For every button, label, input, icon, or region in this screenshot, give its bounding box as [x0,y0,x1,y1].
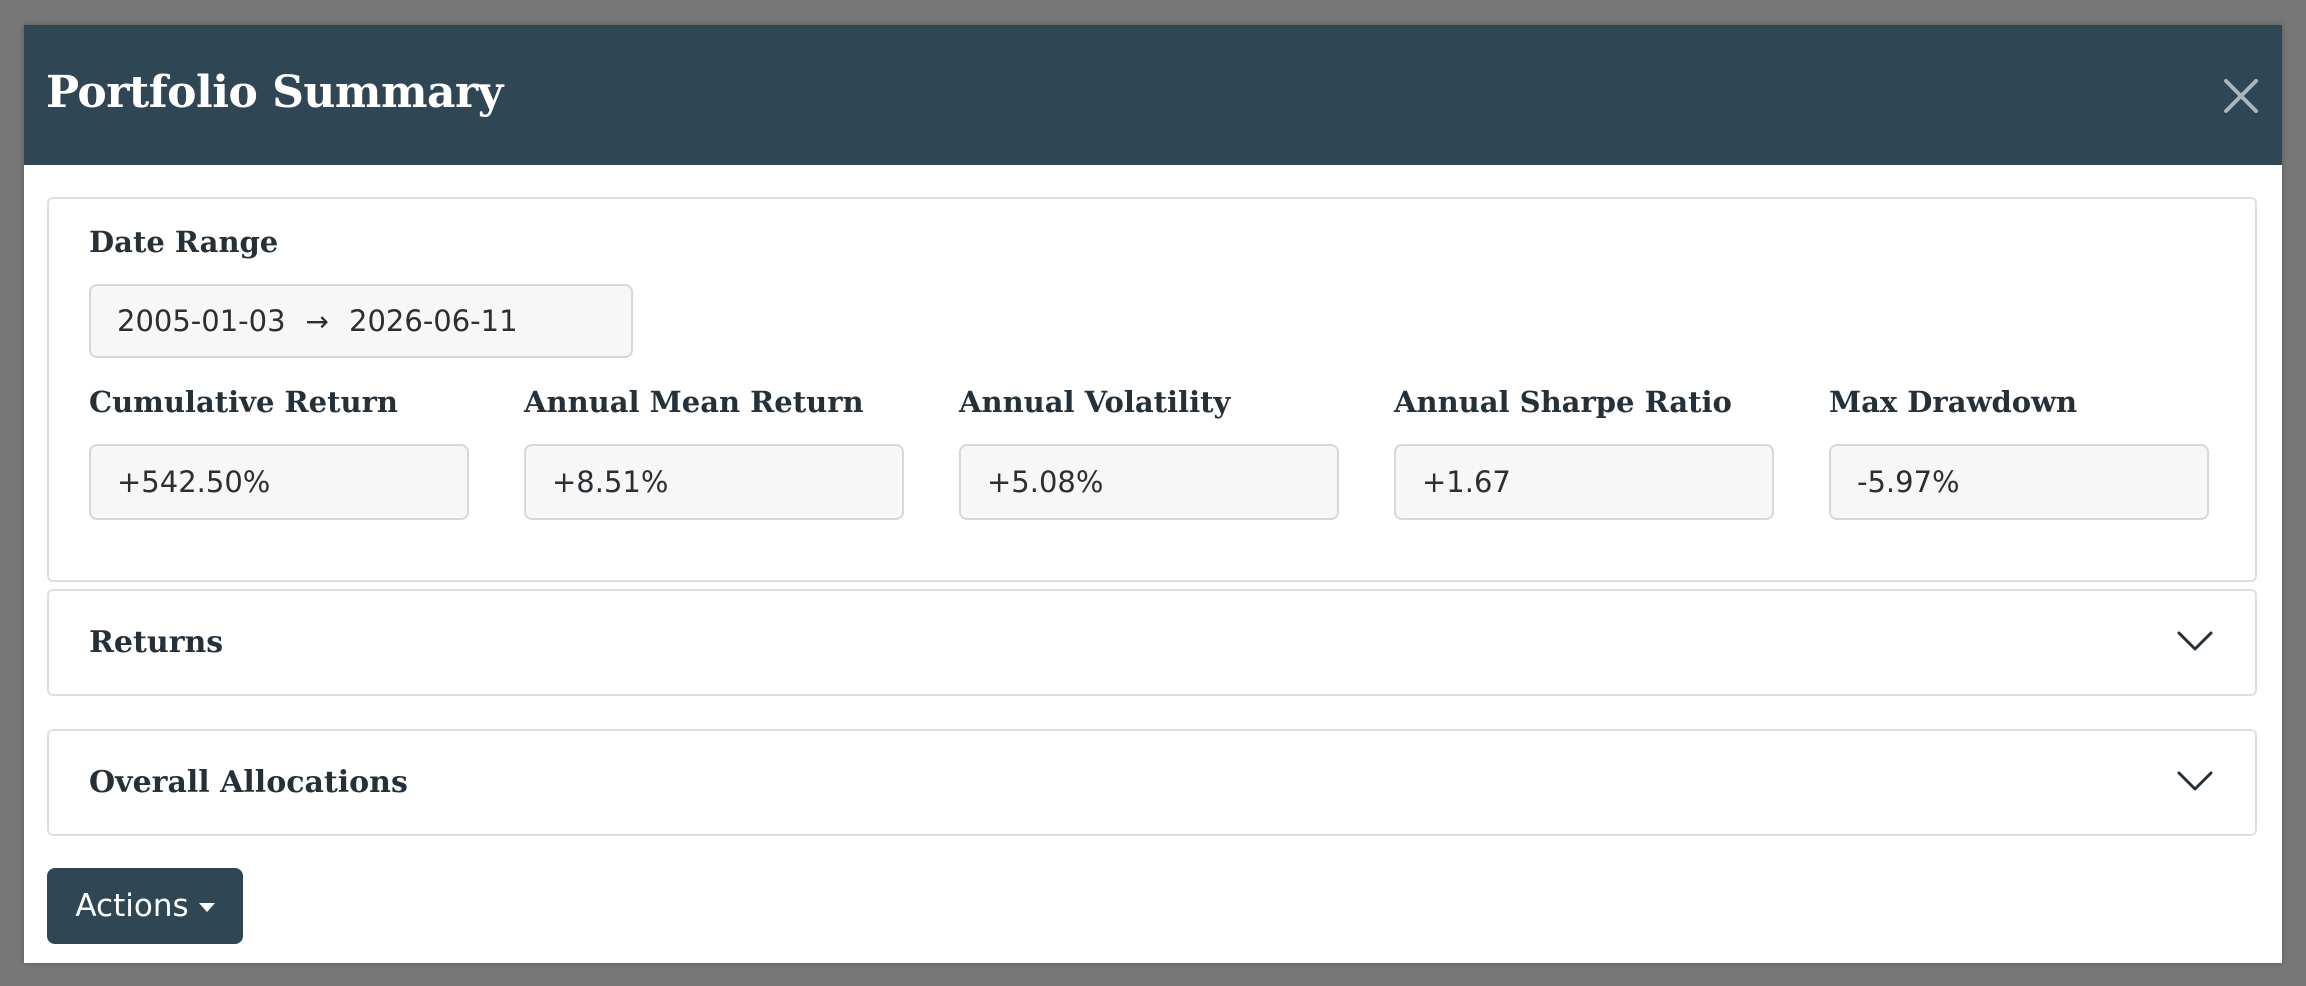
returns-title: Returns [89,625,224,660]
metric-value-field: +5.08% [959,444,1339,520]
date-range-end: 2026-06-11 [349,304,518,338]
date-range-label: Date Range [89,225,279,259]
date-range-arrow: → [305,304,330,338]
metric-label: Max Drawdown [1829,385,2078,419]
returns-accordion[interactable]: Returns [47,589,2257,696]
metric-label: Annual Volatility [959,385,1231,419]
modal-header: Portfolio Summary [24,25,2282,165]
metric-value-field: +1.67 [1394,444,1774,520]
date-range-start: 2005-01-03 [117,304,286,338]
metric-annual-mean-return: Annual Mean Return +8.51% [524,384,904,520]
metric-max-drawdown: Max Drawdown -5.97% [1829,384,2209,520]
actions-dropdown-button[interactable]: Actions [47,868,243,944]
date-range-field[interactable]: 2005-01-03 → 2026-06-11 [89,284,633,358]
caret-down-icon [198,903,215,912]
metric-value-field: -5.97% [1829,444,2209,520]
metric-annual-volatility: Annual Volatility +5.08% [959,384,1339,520]
metric-label: Annual Mean Return [524,385,864,419]
overall-allocations-title: Overall Allocations [89,765,408,800]
chevron-down-icon[interactable] [2175,627,2215,655]
portfolio-summary-modal: Portfolio Summary Date Range 2005-01-03 … [24,25,2282,963]
metric-value-field: +542.50% [89,444,469,520]
metric-label: Cumulative Return [89,385,398,419]
metrics-panel: Date Range 2005-01-03 → 2026-06-11 Cumul… [47,197,2257,582]
close-icon[interactable] [2216,71,2266,121]
metric-label: Annual Sharpe Ratio [1394,385,1732,419]
modal-title: Portfolio Summary [46,67,503,118]
metric-cumulative-return: Cumulative Return +542.50% [89,384,469,520]
overall-allocations-accordion[interactable]: Overall Allocations [47,729,2257,836]
metric-value-field: +8.51% [524,444,904,520]
metric-annual-sharpe-ratio: Annual Sharpe Ratio +1.67 [1394,384,1774,520]
chevron-down-icon[interactable] [2175,767,2215,795]
actions-label: Actions [75,888,189,924]
